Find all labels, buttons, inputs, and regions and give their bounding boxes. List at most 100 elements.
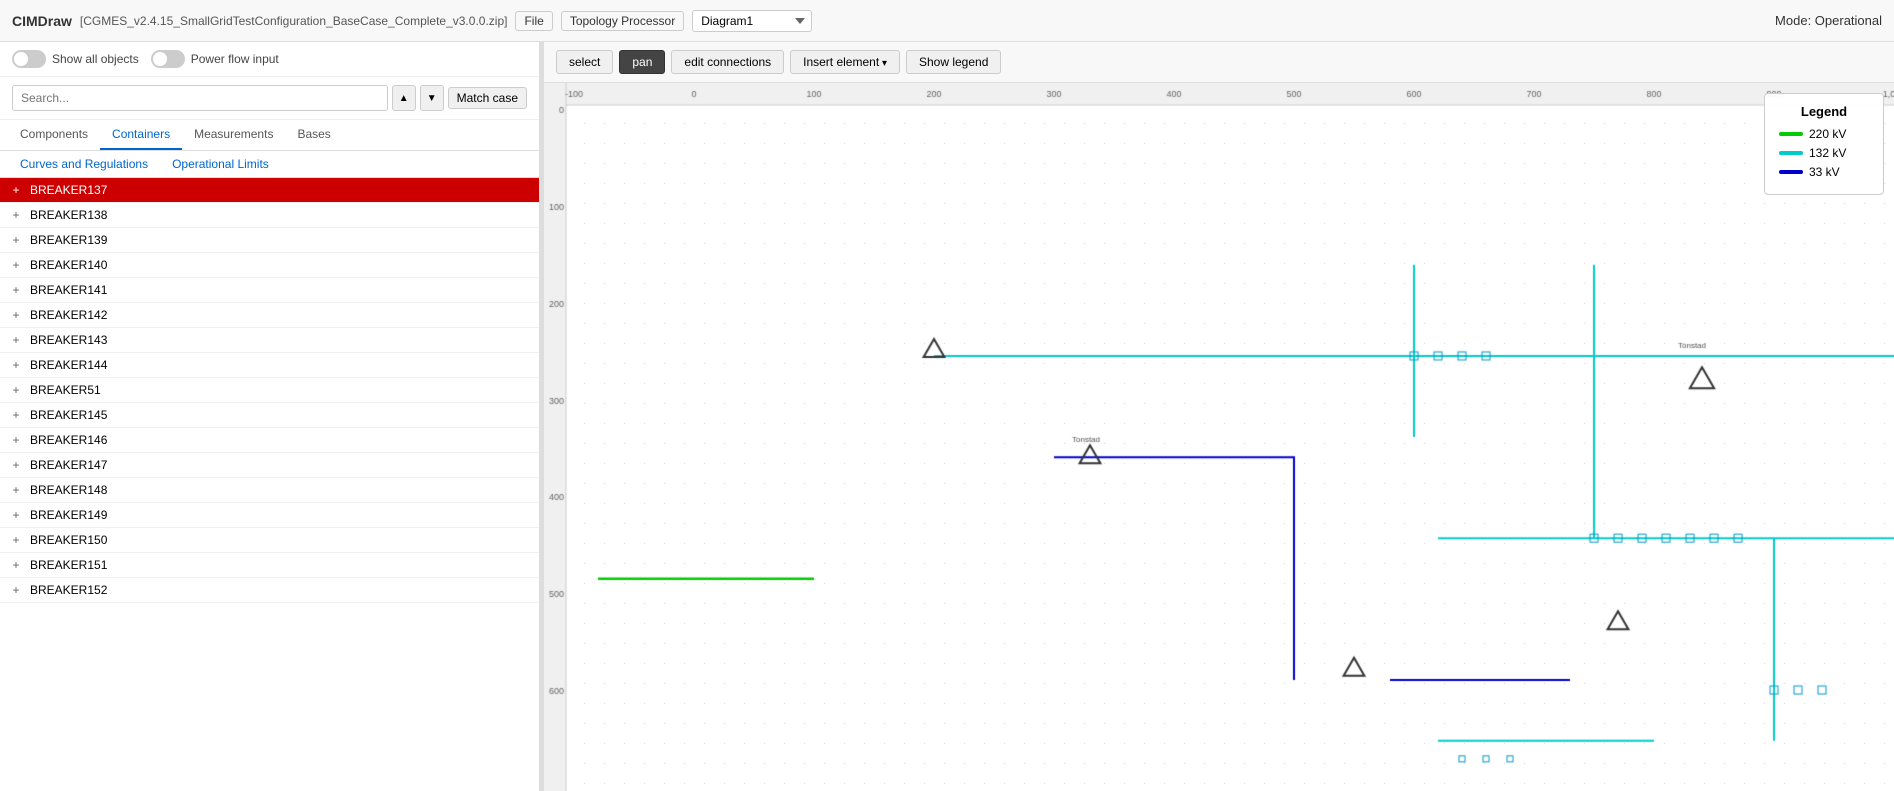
item-label[interactable]: BREAKER138 (30, 208, 531, 222)
edit-connections-button[interactable]: edit connections (671, 50, 784, 74)
expand-icon[interactable]: + (8, 207, 24, 223)
canvas-area[interactable]: Legend 220 kV 132 kV 33 kV (544, 83, 1894, 791)
file-menu-button[interactable]: File (515, 11, 552, 31)
item-label[interactable]: BREAKER140 (30, 258, 531, 272)
tabs-row: Components Containers Measurements Bases (0, 120, 539, 151)
tab-bases[interactable]: Bases (285, 120, 342, 150)
diagram-select[interactable]: Diagram1 (692, 10, 812, 32)
item-label[interactable]: BREAKER141 (30, 283, 531, 297)
list-item[interactable]: + BREAKER147 (0, 453, 539, 478)
sidebar: Show all objects Power flow input ▲ ▼ Ma… (0, 42, 540, 791)
list-item[interactable]: + BREAKER151 (0, 553, 539, 578)
legend-item-220kv: 220 kV (1779, 127, 1869, 141)
search-input[interactable] (12, 85, 388, 111)
tab-measurements[interactable]: Measurements (182, 120, 285, 150)
legend-color-132kv (1779, 151, 1803, 155)
insert-element-button[interactable]: Insert element (790, 50, 900, 74)
expand-icon[interactable]: + (8, 432, 24, 448)
item-label[interactable]: BREAKER51 (30, 383, 531, 397)
expand-icon[interactable]: + (8, 507, 24, 523)
power-flow-toggle[interactable] (151, 50, 185, 68)
show-all-objects-group: Show all objects (12, 50, 139, 68)
match-case-button[interactable]: Match case (448, 87, 527, 109)
legend-label-220kv: 220 kV (1809, 127, 1846, 141)
expand-icon[interactable]: + (8, 357, 24, 373)
list-item[interactable]: + BREAKER137 (0, 178, 539, 203)
search-next-button[interactable]: ▼ (420, 85, 444, 111)
list-item[interactable]: + BREAKER142 (0, 303, 539, 328)
expand-icon[interactable]: + (8, 457, 24, 473)
header: CIMDraw [CGMES_v2.4.15_SmallGridTestConf… (0, 0, 1894, 42)
expand-icon[interactable]: + (8, 382, 24, 398)
expand-icon[interactable]: + (8, 332, 24, 348)
item-label[interactable]: BREAKER145 (30, 408, 531, 422)
item-label[interactable]: BREAKER146 (30, 433, 531, 447)
list-item[interactable]: + BREAKER143 (0, 328, 539, 353)
layout: Show all objects Power flow input ▲ ▼ Ma… (0, 42, 1894, 791)
show-all-objects-toggle[interactable] (12, 50, 46, 68)
expand-icon[interactable]: + (8, 182, 24, 198)
subtabs-row: Curves and Regulations Operational Limit… (0, 151, 539, 178)
expand-icon[interactable]: + (8, 482, 24, 498)
item-label[interactable]: BREAKER137 (30, 183, 531, 197)
item-label[interactable]: BREAKER142 (30, 308, 531, 322)
show-all-objects-label: Show all objects (52, 52, 139, 66)
mode-label: Mode: Operational (1775, 13, 1882, 28)
item-label[interactable]: BREAKER147 (30, 458, 531, 472)
list-item[interactable]: + BREAKER144 (0, 353, 539, 378)
item-label[interactable]: BREAKER148 (30, 483, 531, 497)
search-prev-button[interactable]: ▲ (392, 85, 416, 111)
list-item[interactable]: + BREAKER51 (0, 378, 539, 403)
list-item[interactable]: + BREAKER146 (0, 428, 539, 453)
legend-title: Legend (1779, 104, 1869, 119)
tab-containers[interactable]: Containers (100, 120, 182, 150)
list-item[interactable]: + BREAKER140 (0, 253, 539, 278)
list-item[interactable]: + BREAKER152 (0, 578, 539, 603)
list-item[interactable]: + BREAKER141 (0, 278, 539, 303)
power-flow-group: Power flow input (151, 50, 279, 68)
subtab-curves[interactable]: Curves and Regulations (8, 151, 160, 177)
pan-button[interactable]: pan (619, 50, 665, 74)
list-item[interactable]: + BREAKER145 (0, 403, 539, 428)
show-legend-button[interactable]: Show legend (906, 50, 1001, 74)
legend-label-132kv: 132 kV (1809, 146, 1846, 160)
search-row: ▲ ▼ Match case (0, 77, 539, 120)
list-item[interactable]: + BREAKER139 (0, 228, 539, 253)
item-label[interactable]: BREAKER149 (30, 508, 531, 522)
legend-item-33kv: 33 kV (1779, 165, 1869, 179)
main-area: select pan edit connections Insert eleme… (544, 42, 1894, 791)
item-label[interactable]: BREAKER152 (30, 583, 531, 597)
legend-panel: Legend 220 kV 132 kV 33 kV (1764, 93, 1884, 195)
expand-icon[interactable]: + (8, 407, 24, 423)
legend-color-220kv (1779, 132, 1803, 136)
toolbar-row: Show all objects Power flow input (0, 42, 539, 77)
expand-icon[interactable]: + (8, 257, 24, 273)
topology-processor-button[interactable]: Topology Processor (561, 11, 684, 31)
subtab-operational[interactable]: Operational Limits (160, 151, 281, 177)
diagram-canvas (544, 83, 1894, 791)
expand-icon[interactable]: + (8, 307, 24, 323)
tab-components[interactable]: Components (8, 120, 100, 150)
legend-label-33kv: 33 kV (1809, 165, 1840, 179)
item-label[interactable]: BREAKER151 (30, 558, 531, 572)
canvas-toolbar: select pan edit connections Insert eleme… (544, 42, 1894, 83)
item-list: + BREAKER137 + BREAKER138 + BREAKER139 +… (0, 178, 539, 791)
item-label[interactable]: BREAKER139 (30, 233, 531, 247)
item-label[interactable]: BREAKER150 (30, 533, 531, 547)
list-item[interactable]: + BREAKER148 (0, 478, 539, 503)
expand-icon[interactable]: + (8, 232, 24, 248)
expand-icon[interactable]: + (8, 557, 24, 573)
select-button[interactable]: select (556, 50, 613, 74)
list-item[interactable]: + BREAKER149 (0, 503, 539, 528)
list-item[interactable]: + BREAKER150 (0, 528, 539, 553)
expand-icon[interactable]: + (8, 532, 24, 548)
expand-icon[interactable]: + (8, 282, 24, 298)
app-title: CIMDraw (12, 13, 72, 29)
expand-icon[interactable]: + (8, 582, 24, 598)
legend-item-132kv: 132 kV (1779, 146, 1869, 160)
legend-color-33kv (1779, 170, 1803, 174)
item-label[interactable]: BREAKER144 (30, 358, 531, 372)
list-item[interactable]: + BREAKER138 (0, 203, 539, 228)
power-flow-label: Power flow input (191, 52, 279, 66)
item-label[interactable]: BREAKER143 (30, 333, 531, 347)
